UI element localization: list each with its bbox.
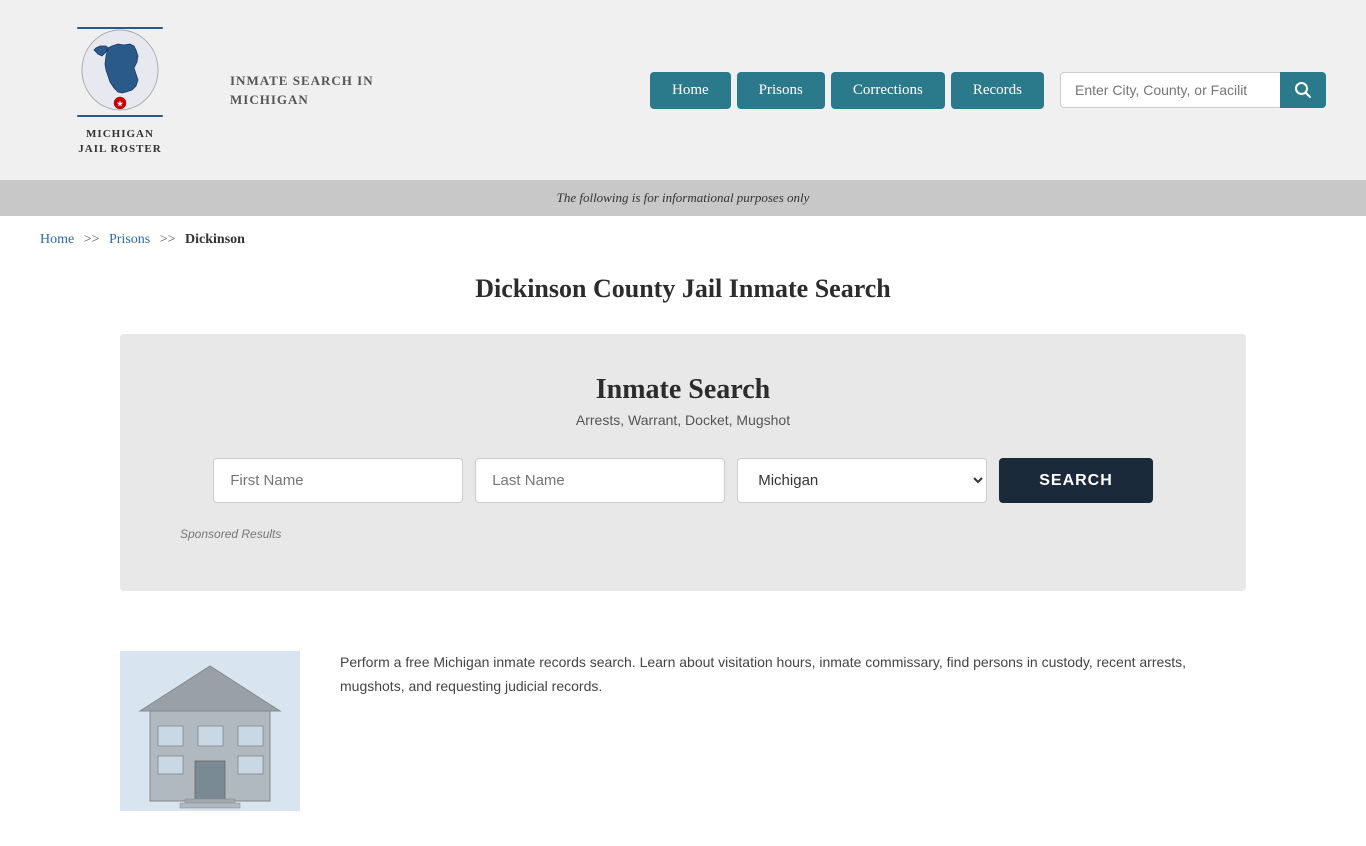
search-icon [1294, 81, 1312, 99]
building-illustration [120, 651, 300, 816]
search-form: Michigan Alabama Alaska Arizona Arkansas… [180, 458, 1186, 503]
search-card-subtitle: Arrests, Warrant, Docket, Mugshot [180, 412, 1186, 428]
bottom-description: Perform a free Michigan inmate records s… [340, 651, 1246, 699]
search-card-title: Inmate Search [180, 374, 1186, 406]
nav-area: Home Prisons Corrections Records [650, 72, 1326, 109]
breadcrumb-prisons-link[interactable]: Prisons [109, 232, 150, 247]
header-search-input[interactable] [1060, 72, 1280, 108]
state-select[interactable]: Michigan Alabama Alaska Arizona Arkansas… [737, 458, 987, 503]
logo-text: MICHIGAN JAIL ROSTER [78, 127, 161, 158]
nav-home-button[interactable]: Home [650, 72, 731, 109]
header-search-wrap [1060, 72, 1326, 108]
page-title-area: Dickinson County Jail Inmate Search [0, 264, 1366, 334]
breadcrumb: Home >> Prisons >> Dickinson [0, 216, 1366, 264]
bottom-section: Perform a free Michigan inmate records s… [0, 621, 1366, 846]
logo-image: ★ [75, 23, 165, 123]
logo-area: ★ MICHIGAN JAIL ROSTER [40, 23, 200, 158]
nav-prisons-button[interactable]: Prisons [737, 72, 825, 109]
sponsored-label: Sponsored Results [180, 527, 1186, 541]
header: ★ MICHIGAN JAIL ROSTER INMATE SEARCH INM… [0, 0, 1366, 180]
breadcrumb-current: Dickinson [185, 232, 245, 247]
info-bar: The following is for informational purpo… [0, 180, 1366, 216]
breadcrumb-home-link[interactable]: Home [40, 232, 74, 247]
site-title: INMATE SEARCH INMICHIGAN [230, 71, 374, 110]
first-name-input[interactable] [213, 458, 463, 503]
nav-records-button[interactable]: Records [951, 72, 1044, 109]
search-card: Inmate Search Arrests, Warrant, Docket, … [120, 334, 1246, 591]
svg-text:★: ★ [117, 100, 124, 108]
breadcrumb-sep-2: >> [160, 232, 176, 247]
nav-corrections-button[interactable]: Corrections [831, 72, 945, 109]
search-button[interactable]: SEARCH [999, 458, 1153, 503]
page-title: Dickinson County Jail Inmate Search [40, 274, 1326, 304]
last-name-input[interactable] [475, 458, 725, 503]
breadcrumb-sep-1: >> [84, 232, 100, 247]
header-search-button[interactable] [1280, 72, 1326, 108]
